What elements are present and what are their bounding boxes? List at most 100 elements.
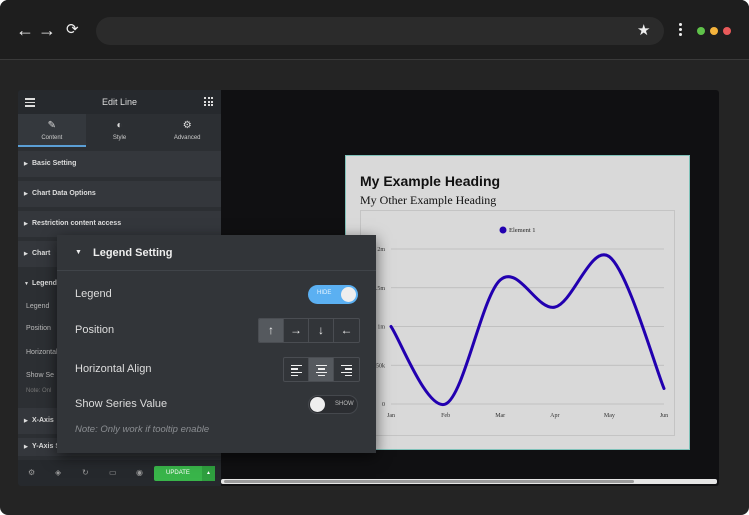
position-label: Position	[75, 324, 115, 336]
tab-style[interactable]: ◐ Style	[86, 114, 154, 147]
x-tick-label: Feb	[441, 413, 450, 419]
bg-row-note: Note: Onl	[26, 388, 52, 394]
preview-eye-icon[interactable]: ◉	[136, 468, 143, 477]
popup-title: Legend Setting	[93, 247, 173, 259]
align-left-icon	[290, 365, 302, 377]
y-tick-label: 2m	[377, 247, 385, 253]
section-basic-setting[interactable]: ▶ Basic Setting	[18, 151, 221, 177]
update-options-button[interactable]: ▲	[202, 466, 215, 481]
window-dot-yellow[interactable]	[710, 27, 718, 35]
align-right-button[interactable]	[334, 358, 359, 381]
x-tick-label: Mar	[495, 413, 505, 419]
caret-right-icon: ▶	[24, 418, 28, 424]
layers-icon[interactable]: ◈	[55, 468, 61, 477]
tooltip-note: Note: Only work if tooltip enable	[75, 424, 210, 435]
y-tick-label: 50k	[376, 363, 385, 369]
toggle-text: SHOW	[335, 401, 354, 407]
section-label: X-Axis	[32, 417, 54, 424]
x-tick-label: May	[604, 413, 615, 419]
panel-title: Edit Line	[101, 97, 138, 107]
caret-down-icon: ▼	[75, 249, 82, 256]
x-tick-label: Jun	[660, 413, 668, 419]
position-buttons: ↑ → ↓ ←	[258, 318, 360, 343]
tab-content[interactable]: ✎ Content	[18, 114, 86, 147]
contrast-icon: ◐	[116, 120, 123, 131]
tab-label: Style	[112, 135, 127, 141]
section-chart-data-options[interactable]: ▶ Chart Data Options	[18, 181, 221, 207]
legend-label: Legend	[75, 288, 112, 300]
settings-icon[interactable]: ⚙	[28, 468, 35, 477]
caret-right-icon: ▶	[24, 444, 28, 450]
section-label: Basic Setting	[32, 160, 77, 167]
y-tick-label: 0	[382, 402, 385, 408]
series-line-element-1	[389, 253, 666, 406]
kebab-menu-icon[interactable]	[679, 23, 683, 37]
show-series-toggle[interactable]: SHOW	[308, 395, 358, 414]
bg-row-show-series: Show Se	[26, 372, 55, 379]
popup-header[interactable]: ▼ Legend Setting	[57, 235, 376, 271]
align-center-icon	[315, 365, 327, 377]
tab-label: Content	[41, 135, 63, 141]
y-tick-label: 1m	[377, 325, 385, 331]
browser-window: ← → ⟳ ★ Edit Line ✎ Content ◐ Style ⚙ Ad…	[0, 0, 749, 515]
position-right-button[interactable]: →	[284, 319, 309, 342]
show-series-label: Show Series Value	[75, 398, 168, 410]
x-tick-label: Apr	[550, 413, 559, 419]
forward-icon[interactable]: →	[38, 20, 56, 40]
tab-advanced[interactable]: ⚙ Advanced	[153, 114, 221, 147]
legend-entry: Element 1	[509, 227, 536, 234]
horizontal-align-label: Horizontal Align	[75, 363, 152, 375]
widgets-grid-icon[interactable]	[204, 97, 213, 106]
caret-right-icon: ▶	[24, 191, 28, 197]
align-center-button[interactable]	[309, 358, 334, 381]
horizontal-align-buttons	[283, 357, 360, 382]
x-tick-label: Jan	[387, 413, 395, 419]
scrollbar-thumb[interactable]	[224, 480, 634, 483]
chart-container: 0 50k 1m 1.5m 2m Jan Feb Mar Apr May Jun Element 1	[360, 210, 675, 436]
caret-right-icon: ▶	[24, 161, 28, 167]
align-right-icon	[341, 365, 352, 377]
section-label: Legend	[32, 280, 57, 287]
page-subtitle: My Other Example Heading	[360, 193, 497, 207]
hamburger-icon[interactable]	[25, 98, 35, 109]
browser-toolbar: ← → ⟳ ★	[0, 0, 749, 60]
position-top-button[interactable]: ↑	[259, 319, 284, 342]
legend-toggle[interactable]: HIDE	[308, 285, 358, 304]
position-left-button[interactable]: ←	[334, 319, 359, 342]
section-label: Chart	[32, 250, 51, 257]
page-title: My Example Heading	[360, 173, 501, 189]
horizontal-scrollbar[interactable]	[221, 479, 717, 484]
bg-row-position: Position	[26, 325, 51, 332]
panel-header: Edit Line	[18, 90, 221, 114]
pencil-icon: ✎	[47, 120, 57, 131]
update-button[interactable]: UPDATE	[154, 466, 202, 481]
panel-footer: ⚙ ◈ ↻ ▭ ◉ UPDATE ▲	[18, 460, 221, 486]
caret-down-icon: ▼	[24, 281, 29, 287]
panel-tabs: ✎ Content ◐ Style ⚙ Advanced	[18, 114, 221, 147]
preview-card: My Example Heading My Other Example Head…	[345, 155, 690, 450]
legend-swatch	[499, 226, 507, 234]
legend-setting-popup: ▼ Legend Setting Legend HIDE Position ↑ …	[57, 235, 376, 453]
bg-row-legend: Legend	[26, 303, 50, 310]
toggle-knob	[341, 287, 356, 302]
reload-icon[interactable]: ⟳	[66, 20, 79, 40]
window-dot-green[interactable]	[697, 27, 705, 35]
gear-icon: ⚙	[182, 120, 192, 131]
toggle-knob	[310, 397, 325, 412]
back-icon[interactable]: ←	[16, 20, 34, 40]
section-restriction[interactable]: ▶ Restriction content access	[18, 211, 221, 237]
address-bar[interactable]	[96, 17, 664, 45]
toggle-text: HIDE	[317, 290, 332, 296]
tab-label: Advanced	[173, 135, 201, 141]
section-label: Restriction content access	[32, 220, 122, 227]
align-left-button[interactable]	[284, 358, 309, 381]
bookmark-star-icon[interactable]: ★	[637, 21, 650, 39]
caret-right-icon: ▶	[24, 251, 28, 257]
bg-row-horizontal: Horizontal	[26, 349, 58, 356]
window-dot-red[interactable]	[723, 27, 731, 35]
responsive-icon[interactable]: ▭	[109, 468, 117, 477]
section-label: Chart Data Options	[32, 190, 96, 197]
history-icon[interactable]: ↻	[82, 468, 89, 477]
line-chart: 050k1m1.5m2mJan Feb Mar Apr May JunElement 1	[373, 226, 668, 419]
position-bottom-button[interactable]: ↓	[309, 319, 334, 342]
